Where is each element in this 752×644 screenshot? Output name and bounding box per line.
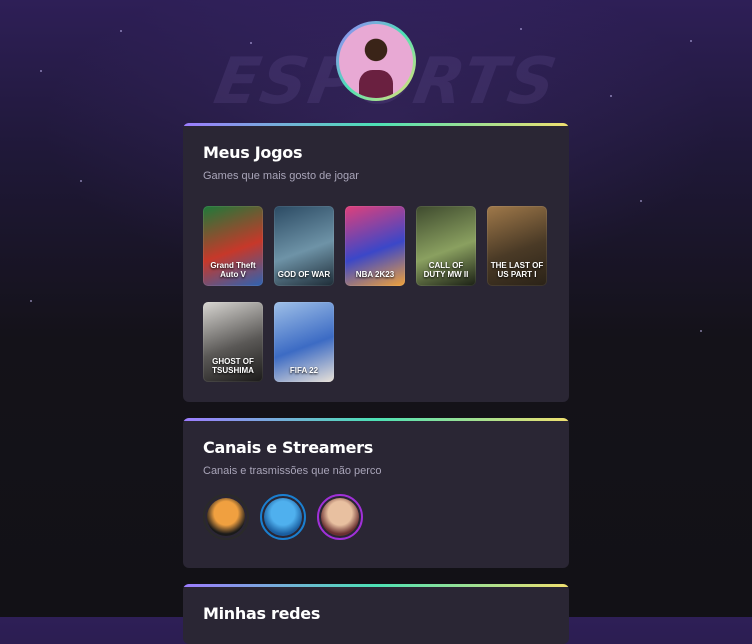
game-title: THE LAST OF US PART I — [490, 261, 544, 280]
game-cover[interactable]: Grand Theft Auto V — [203, 206, 263, 286]
game-cover[interactable]: CALL OF DUTY MW II — [416, 206, 476, 286]
star — [690, 40, 692, 42]
game-cover[interactable]: THE LAST OF US PART I — [487, 206, 547, 286]
streamer-avatar[interactable] — [260, 494, 306, 540]
star — [40, 70, 42, 72]
streamer-avatar-image — [321, 498, 359, 536]
networks-card: Minhas redes — [183, 584, 569, 644]
star — [250, 42, 252, 44]
games-card-title: Meus Jogos — [203, 143, 303, 162]
streamer-avatar-image — [207, 498, 245, 536]
star — [640, 200, 642, 202]
game-cover[interactable]: FIFA 22 — [274, 302, 334, 382]
star — [30, 300, 32, 302]
star — [120, 30, 122, 32]
game-title: FIFA 22 — [289, 366, 319, 376]
games-card: Meus Jogos Games que mais gosto de jogar… — [183, 123, 569, 402]
star — [610, 95, 612, 97]
avatar-photo — [339, 24, 413, 98]
game-cover[interactable]: GOD OF WAR — [274, 206, 334, 286]
game-cover[interactable]: NBA 2K23 — [345, 206, 405, 286]
streamer-avatar[interactable] — [203, 494, 249, 540]
game-title: GHOST OF TSUSHIMA — [212, 357, 254, 376]
star — [520, 28, 522, 30]
star — [700, 330, 702, 332]
streamer-avatar-image — [264, 498, 302, 536]
streamers-card: Canais e Streamers Canais e trasmissões … — [183, 418, 569, 568]
game-title: GOD OF WAR — [277, 270, 331, 280]
game-title: NBA 2K23 — [355, 270, 395, 280]
game-title: Grand Theft Auto V — [210, 261, 256, 280]
profile-avatar — [336, 21, 416, 101]
games-grid: Grand Theft Auto V GOD OF WAR NBA 2K23 CALL… — [203, 206, 563, 382]
streamers-card-subtitle: Canais e trasmissões que não perco — [203, 465, 382, 477]
game-title: CALL OF DUTY MW II — [423, 261, 469, 280]
games-card-subtitle: Games que mais gosto de jogar — [203, 170, 359, 182]
streamers-card-title: Canais e Streamers — [203, 438, 373, 457]
game-cover[interactable]: GHOST OF TSUSHIMA — [203, 302, 263, 382]
streamer-avatar[interactable] — [317, 494, 363, 540]
streamers-list — [203, 494, 549, 540]
star — [80, 180, 82, 182]
networks-card-title: Minhas redes — [203, 604, 321, 623]
